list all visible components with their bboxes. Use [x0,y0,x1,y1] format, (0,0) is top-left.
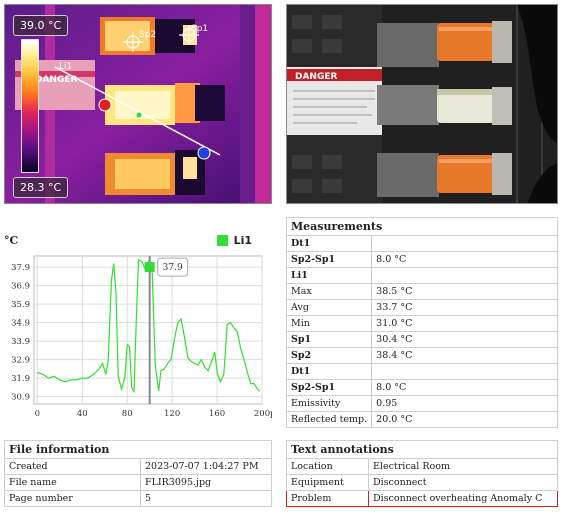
table-row: Sp1 30.4 °C [285,331,558,348]
row-label: Li1 [285,267,373,284]
row-label: Min [285,315,373,332]
y-tick-label: 31.9 [11,374,30,384]
row-value [371,235,558,252]
spot2-label: Sp2 [139,30,156,40]
chart-svg: 0 40 80 120 160 200px 30.9 31.9 32.9 33.9 34.9 35.9… [11,255,272,419]
chart-legend: Li1 [216,234,252,247]
y-tick-label: 30.9 [11,393,30,403]
row-value: 2023-07-07 1:04:27 PM [140,458,272,475]
table-row: Dt1 [285,363,558,380]
table-row: Dt1 [285,235,558,252]
x-tick-label: 40 [77,409,88,419]
table-row: File name FLIR3095.jpg [4,474,272,491]
line-profile-chart: 0 40 80 120 160 200px 30.9 31.9 32.9 33.9 34.9 35.9… [4,232,272,430]
x-unit-label: px [270,409,272,419]
plot-area [33,255,263,405]
y-tick-label: 35.9 [11,300,30,310]
table-row: Max 38.5 °C [285,283,558,300]
visual-photo: DANGER [286,4,558,204]
row-label: Sp2-Sp1 [285,251,373,268]
marker-value-label: 37.9 [163,263,183,273]
thermal-danger-label: DANGER [35,75,78,85]
row-label: Max [285,283,373,300]
text-annotations-table: Text annotations Location Electrical Room… [286,440,558,507]
temperature-scale-bar [21,39,39,173]
row-value: 8.0 °C [371,251,558,268]
row-value: 38.4 °C [371,347,558,364]
line-li1-label: Li1 [59,62,72,72]
row-value: FLIR3095.jpg [140,474,272,491]
row-value [371,363,558,380]
row-value [371,267,558,284]
row-label: Page number [4,490,141,507]
table-row: Sp2-Sp1 8.0 °C [285,251,558,268]
table-row: Created 2023-07-07 1:04:27 PM [4,458,272,475]
text-annotations-title: Text annotations [286,440,558,459]
row-label: Problem [286,490,369,507]
row-value: 0.95 [371,395,558,412]
max-temp-label: 39.0 °C [13,15,69,36]
row-label: Emissivity [285,395,373,412]
table-row: Problem Disconnect overheating Anomaly C [286,490,558,507]
row-label: Equipment [286,474,369,491]
row-value: 30.4 °C [371,331,558,348]
row-label: Reflected temp. [285,411,373,428]
row-value: Disconnect overheating Anomaly C [368,490,558,507]
row-label: Sp2 [285,347,373,364]
x-tick-label: 160 [209,409,225,419]
row-label: Created [4,458,141,475]
row-value: 5 [140,490,272,507]
table-row: Location Electrical Room [286,458,558,475]
row-value: Disconnect [368,474,558,491]
x-tick-label: 200 [254,409,270,419]
table-row: Equipment Disconnect [286,474,558,491]
table-row: Emissivity 0.95 [285,395,558,412]
marker-point [144,262,155,273]
y-tick-label: 34.9 [11,319,30,329]
table-row: Avg 33.7 °C [285,299,558,316]
row-label: Dt1 [285,363,373,380]
x-tick-label: 0 [35,409,40,419]
measurements-table: Measurements Dt1 Sp2-Sp1 8.0 °C Li1 Max 38.5 … [285,217,558,428]
measurements-title: Measurements [286,217,558,236]
y-tick-label: 37.9 [11,263,30,273]
table-row: Li1 [285,267,558,284]
row-value: 38.5 °C [371,283,558,300]
row-label: Sp2-Sp1 [285,379,373,396]
thermal-image: DANGER Li1 Sp2 Sp1 39.0 °C 28.3 °C [4,4,272,204]
row-label: Sp1 [285,331,373,348]
table-row: Sp2 38.4 °C [285,347,558,364]
y-tick-label: 36.9 [11,282,30,292]
row-label: Avg [285,299,373,316]
row-value: 33.7 °C [371,299,558,316]
chart-unit-label: °C [4,234,19,247]
spot1-label: Sp1 [191,24,208,34]
legend-label: Li1 [233,234,252,247]
file-information-table: File information Created 2023-07-07 1:04:… [4,440,272,507]
x-tick-label: 80 [122,409,133,419]
table-row: Min 31.0 °C [285,315,558,332]
table-row: Reflected temp. 20.0 °C [285,411,558,428]
row-label: Location [286,458,369,475]
min-temp-label: 28.3 °C [13,177,69,198]
x-tick-label: 120 [164,409,180,419]
legend-swatch [216,235,228,246]
row-value: Electrical Room [368,458,558,475]
row-label: File name [4,474,141,491]
row-value: 31.0 °C [371,315,558,332]
row-value: 8.0 °C [371,379,558,396]
row-value: 20.0 °C [371,411,558,428]
row-label: Dt1 [285,235,373,252]
file-information-title: File information [4,440,272,459]
y-tick-label: 32.9 [11,356,30,366]
table-row: Page number 5 [4,490,272,507]
y-tick-label: 33.9 [11,337,30,347]
table-row: Sp2-Sp1 8.0 °C [285,379,558,396]
visual-danger-label: DANGER [295,72,338,82]
